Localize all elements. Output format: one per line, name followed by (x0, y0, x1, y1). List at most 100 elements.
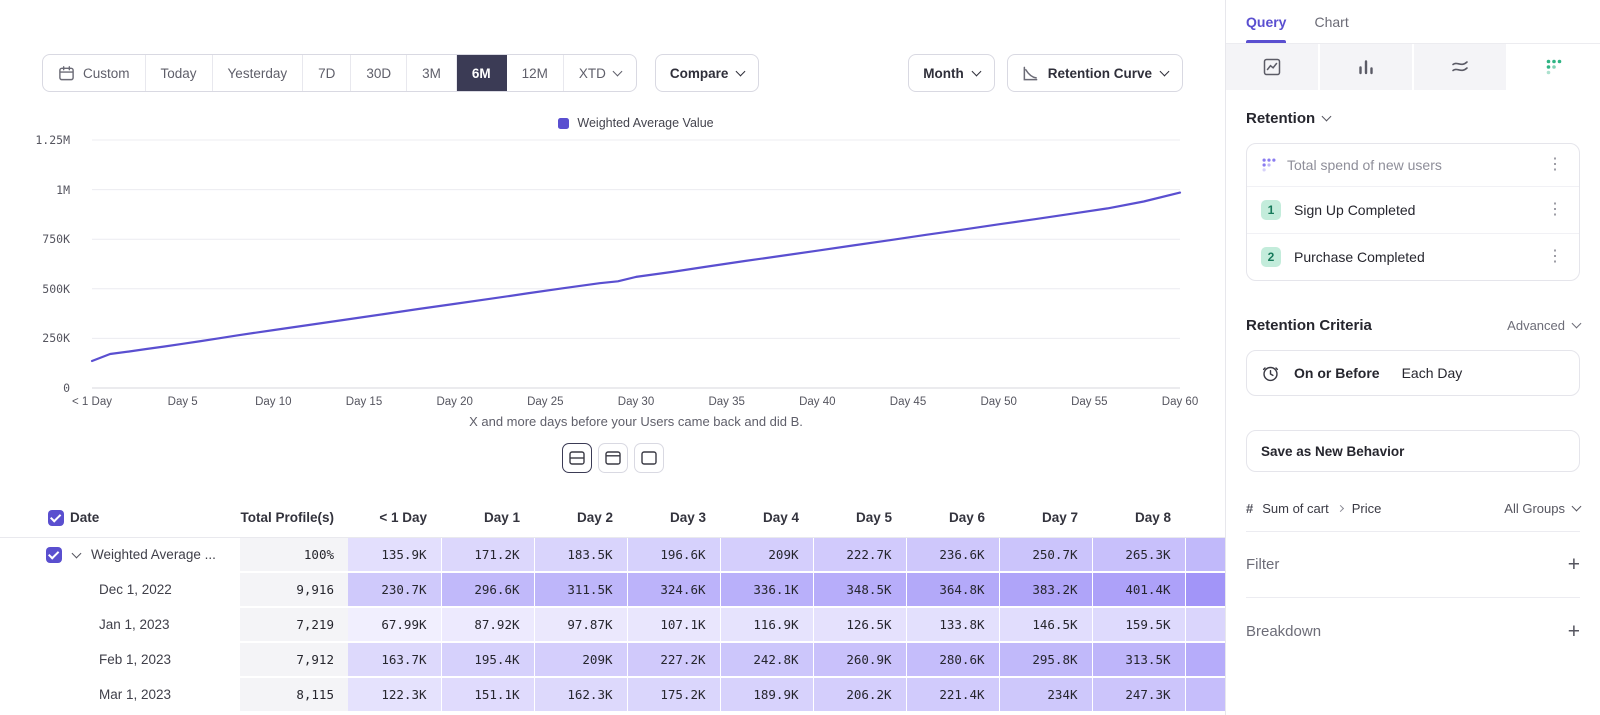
table-split-view[interactable] (562, 443, 592, 473)
granularity-dropdown[interactable]: Month (908, 54, 994, 92)
range-label: Custom (83, 66, 130, 81)
measure-property: Price (1352, 501, 1382, 516)
value-cell: 401.4K (1092, 572, 1185, 607)
x-axis-tick: < 1 Day (72, 396, 112, 408)
chart-view-dropdown[interactable]: Retention Curve (1007, 54, 1183, 92)
column-header-day-6[interactable]: Day 6 (906, 499, 999, 537)
range-yesterday[interactable]: Yesterday (213, 55, 304, 91)
behavior-steps: 1Sign Up Completed⋮2Purchase Completed⋮ (1247, 186, 1579, 280)
total-profiles-cell: 9,916 (240, 572, 348, 607)
row-label-cell: Mar 1, 2023 (66, 677, 240, 712)
value-cell: 133.8K (906, 607, 999, 642)
row-label: Mar 1, 2023 (99, 687, 171, 702)
range-label: 7D (318, 66, 335, 81)
column-header-1-day[interactable]: < 1 Day (348, 499, 441, 537)
tab-chart[interactable]: Chart (1314, 0, 1348, 43)
value-cell: 336.1K (720, 572, 813, 607)
value-cell: 151.1K (441, 677, 534, 712)
value-cell: 189.9K (720, 677, 813, 712)
total-profiles-cell: 8,115 (240, 677, 348, 712)
range-xtd[interactable]: XTD (564, 55, 636, 91)
range-3m[interactable]: 3M (407, 55, 457, 91)
total-profiles-cell: 7,912 (240, 642, 348, 677)
row-checkbox[interactable] (46, 547, 62, 563)
x-axis-tick: Day 5 (168, 396, 198, 408)
range-30d[interactable]: 30D (351, 55, 407, 91)
advanced-dropdown[interactable]: Advanced (1507, 318, 1580, 333)
y-axis-labels: 0250K500K750K1M1.25M (0, 140, 82, 388)
chart-type-bar[interactable] (1320, 44, 1412, 90)
column-header-total-profile-s[interactable]: Total Profile(s) (240, 499, 348, 537)
add-filter-button[interactable]: + (1568, 554, 1580, 575)
kebab-menu-icon[interactable]: ⋮ (1545, 249, 1565, 265)
value-cell: 107.1K (627, 607, 720, 642)
x-axis-tick: Day 40 (799, 396, 835, 408)
row-label-cell: Weighted Average ... (66, 537, 240, 572)
row-label-cell: Jan 1, 2023 (66, 607, 240, 642)
legend-swatch (558, 118, 569, 129)
table-header-row: DateTotal Profile(s)< 1 DayDay 1Day 2Day… (0, 499, 1225, 537)
column-header-day-3[interactable]: Day 3 (627, 499, 720, 537)
value-cell: 265.3K (1092, 537, 1185, 572)
range-custom[interactable]: Custom (43, 55, 146, 91)
header-checkbox-cell (0, 499, 66, 537)
behavior-header[interactable]: Total spend of new users ⋮ (1247, 144, 1579, 186)
column-header-date[interactable]: Date (66, 499, 240, 537)
behavior-step-2[interactable]: 2Purchase Completed⋮ (1247, 233, 1579, 280)
range-today[interactable]: Today (146, 55, 213, 91)
chart-type-line[interactable] (1226, 44, 1318, 90)
chart-type-stream[interactable] (1414, 44, 1506, 90)
behavior-step-1[interactable]: 1Sign Up Completed⋮ (1247, 186, 1579, 233)
range-7d[interactable]: 7D (303, 55, 351, 91)
row-label: Weighted Average ... (91, 547, 216, 562)
retention-condition-selector[interactable]: On or Before Each Day (1246, 350, 1580, 396)
kebab-menu-icon[interactable]: ⋮ (1545, 202, 1565, 218)
all-groups-dropdown[interactable]: All Groups (1504, 501, 1580, 516)
column-header-day-8[interactable]: Day 8 (1092, 499, 1185, 537)
expand-caret-icon[interactable] (72, 549, 82, 559)
value-cell: 162.3K (534, 677, 627, 712)
retention-section-toggle[interactable]: Retention (1246, 110, 1580, 127)
compare-button[interactable]: Compare (655, 54, 760, 92)
value-cell: 296.6K (441, 572, 534, 607)
value-cell: 146.5K (999, 607, 1092, 642)
value-cell: 364.8K (906, 572, 999, 607)
column-header-day-1[interactable]: Day 1 (441, 499, 534, 537)
value-cell: 97.87K (534, 607, 627, 642)
measure-row[interactable]: # Sum of cart Price All Groups (1246, 486, 1580, 532)
kebab-menu-icon[interactable]: ⋮ (1545, 157, 1565, 173)
range-6m[interactable]: 6M (457, 55, 507, 91)
chart-type-row (1226, 44, 1600, 90)
toolbar-right: Month Retention Curve (908, 54, 1183, 92)
range-label: 12M (522, 66, 548, 81)
chevron-down-icon (971, 66, 981, 76)
column-header-day-7[interactable]: Day 7 (999, 499, 1092, 537)
table-plain-view[interactable] (634, 443, 664, 473)
column-header-day-5[interactable]: Day 5 (813, 499, 906, 537)
chevron-down-icon (1160, 66, 1170, 76)
tab-query[interactable]: Query (1246, 0, 1286, 43)
column-header-day-4[interactable]: Day 4 (720, 499, 813, 537)
retention-criteria-row: Retention Criteria Advanced (1246, 317, 1580, 334)
column-header-day-2[interactable]: Day 2 (534, 499, 627, 537)
filter-heading: Filter (1246, 556, 1568, 573)
select-all-checkbox[interactable] (48, 510, 64, 526)
value-cell: 171.2K (441, 537, 534, 572)
value-cell: 135.9K (348, 537, 441, 572)
table-top-view[interactable] (598, 443, 628, 473)
range-12m[interactable]: 12M (507, 55, 564, 91)
table-row: Jan 1, 20237,21967.99K87.92K97.87K107.1K… (0, 607, 1225, 642)
row-label-cell: Dec 1, 2022 (66, 572, 240, 607)
condition-unit: Each Day (1402, 365, 1463, 381)
line-chart-plot[interactable] (92, 140, 1180, 388)
compare-label: Compare (670, 66, 729, 81)
step-number-badge: 1 (1261, 200, 1281, 220)
value-cell: 313.5K (1092, 642, 1185, 677)
date-range-segmented: Custom TodayYesterday 7D 30D3M6M 12M XTD (42, 54, 637, 92)
chart-type-retention[interactable] (1508, 44, 1600, 90)
add-breakdown-button[interactable]: + (1568, 621, 1580, 642)
save-button-label: Save as New Behavior (1261, 444, 1404, 459)
value-cell: 222.7K (813, 537, 906, 572)
save-as-new-behavior-button[interactable]: Save as New Behavior (1246, 430, 1580, 472)
step-number-badge: 2 (1261, 247, 1281, 267)
